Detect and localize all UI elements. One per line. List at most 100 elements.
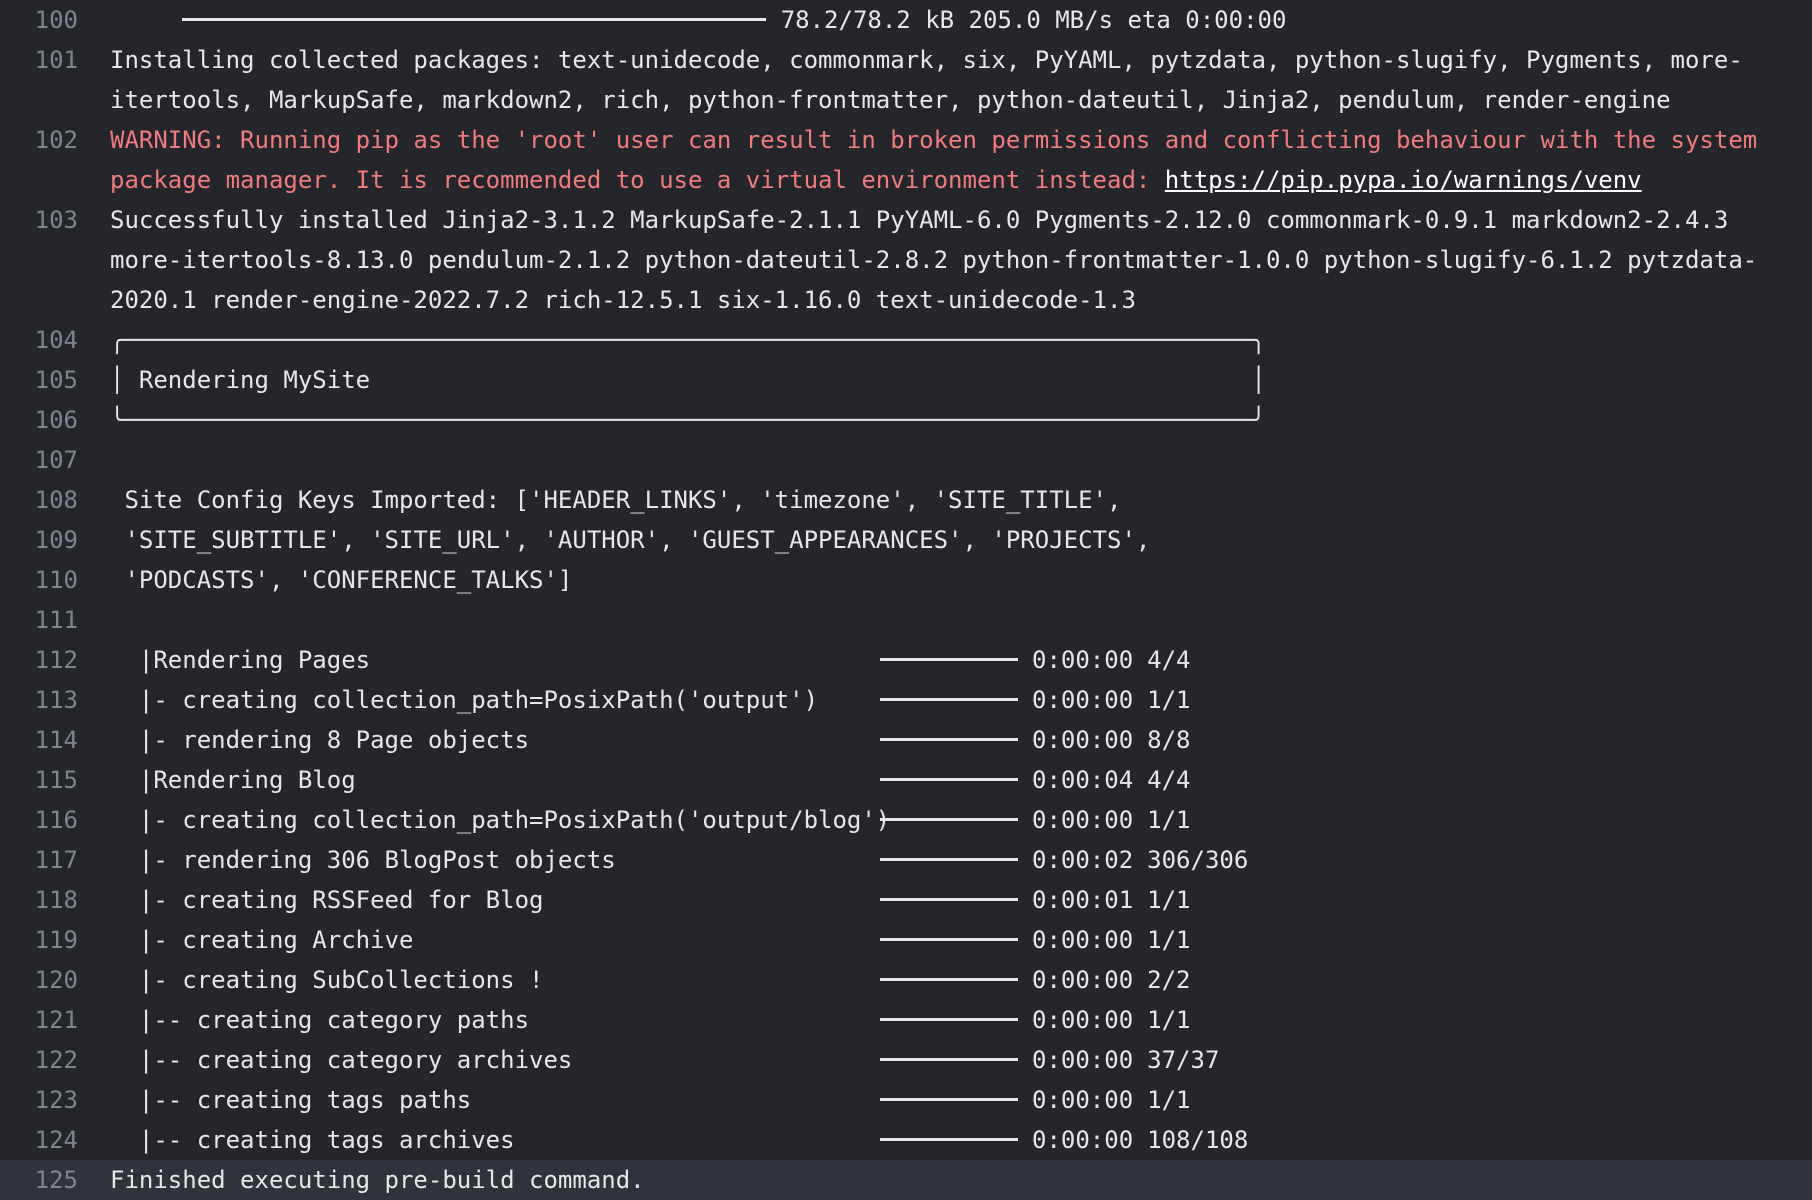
warning-text: WARNING: Running pip as the 'root' user …	[110, 126, 1758, 154]
task-count: 37/37	[1147, 1046, 1220, 1074]
log-output: 100 78.2/78.2 kB 205.0 MB/s eta 0:00:00 1…	[0, 0, 1812, 1200]
banner-box: ╰───────────────────────────────────────…	[110, 406, 1266, 434]
task-progress-bar	[880, 1058, 1018, 1061]
line-number: 113	[34, 686, 78, 714]
task-label: |- creating SubCollections !	[110, 966, 544, 994]
line-text: |- creating Archive 0:00:00 1/1	[110, 920, 1812, 960]
line-text: Site Config Keys Imported: ['HEADER_LINK…	[110, 486, 1122, 514]
log-line: 100 78.2/78.2 kB 205.0 MB/s eta 0:00:00	[0, 0, 1812, 40]
line-text: 'PODCASTS', 'CONFERENCE_TALKS']	[110, 566, 573, 594]
line-text: |Rendering Blog 0:00:04 4/4	[110, 760, 1812, 800]
line-number: 118	[34, 886, 78, 914]
task-progress-bar	[880, 1018, 1018, 1021]
log-line: 121 |-- creating category paths 0:00:00 1/…	[0, 1000, 1812, 1040]
log-line: 113 |- creating collection_path=PosixPat…	[0, 680, 1812, 720]
task-elapsed-time: 0:00:00	[1032, 926, 1134, 954]
log-line: 106 ╰────────────────────────────────────…	[0, 400, 1812, 440]
line-text: WARNING: Running pip as the 'root' user …	[110, 120, 1812, 160]
line-text: |-- creating tags paths 0:00:00 1/1	[110, 1080, 1812, 1120]
task-count: 8/8	[1147, 726, 1191, 754]
line-number: 117	[34, 846, 78, 874]
task-elapsed-time: 0:00:00	[1032, 686, 1134, 714]
log-line: 125 Finished executing pre-build command.	[0, 1160, 1812, 1200]
task-label: |Rendering Pages	[110, 646, 371, 674]
log-line: 111	[0, 600, 1812, 640]
line-text	[110, 600, 1812, 640]
task-label: |-- creating category paths	[110, 1006, 530, 1034]
line-text: 78.2/78.2 kB 205.0 MB/s eta 0:00:00	[110, 0, 1812, 40]
task-count: 108/108	[1147, 1126, 1249, 1154]
line-text: Finished executing pre-build command.	[110, 1166, 645, 1194]
task-count: 306/306	[1147, 846, 1249, 874]
pip-warning-link[interactable]: https://pip.pypa.io/warnings/venv	[1165, 166, 1642, 194]
task-count: 4/4	[1147, 646, 1191, 674]
task-elapsed-time: 0:00:00	[1032, 1086, 1134, 1114]
line-number: 105	[34, 366, 78, 394]
line-text: 2020.1 render-engine-2022.7.2 rich-12.5.…	[110, 286, 1136, 314]
task-label: |- creating collection_path=PosixPath('o…	[110, 686, 819, 714]
line-number: 108	[34, 486, 78, 514]
task-progress-bar	[880, 978, 1018, 981]
line-text: more-itertools-8.13.0 pendulum-2.1.2 pyt…	[110, 246, 1758, 274]
task-count: 1/1	[1147, 806, 1191, 834]
task-elapsed-time: 0:00:00	[1032, 966, 1134, 994]
line-number: 123	[34, 1086, 78, 1114]
task-elapsed-time: 0:00:04	[1032, 766, 1134, 794]
task-count: 1/1	[1147, 1006, 1191, 1034]
task-progress-bar	[880, 738, 1018, 741]
line-text: 'SITE_SUBTITLE', 'SITE_URL', 'AUTHOR', '…	[110, 526, 1151, 554]
log-line: 122 |-- creating category archives 0:00:0…	[0, 1040, 1812, 1080]
log-line: 105 │ Rendering MySite │	[0, 360, 1812, 400]
line-number: 124	[34, 1126, 78, 1154]
line-text: Installing collected packages: text-unid…	[110, 46, 1743, 74]
line-number	[0, 80, 78, 120]
warning-text: package manager. It is recommended to us…	[110, 166, 1165, 194]
task-progress-bar	[880, 778, 1018, 781]
log-line: 109 'SITE_SUBTITLE', 'SITE_URL', 'AUTHOR…	[0, 520, 1812, 560]
log-line: 118 |- creating RSSFeed for Blog 0:00:01 1…	[0, 880, 1812, 920]
task-progress-bar	[880, 1138, 1018, 1141]
line-number: 111	[34, 606, 78, 634]
line-number: 121	[34, 1006, 78, 1034]
task-progress-bar	[880, 938, 1018, 941]
log-line: package manager. It is recommended to us…	[0, 160, 1812, 200]
task-count: 1/1	[1147, 886, 1191, 914]
line-text: |-- creating category archives 0:00:00 37/…	[110, 1040, 1812, 1080]
line-text: |- creating RSSFeed for Blog 0:00:01 1/1	[110, 880, 1812, 920]
line-number: 110	[34, 566, 78, 594]
download-progress-text: 78.2/78.2 kB 205.0 MB/s eta 0:00:00	[766, 6, 1287, 34]
task-progress-bar	[880, 698, 1018, 701]
task-label: |- creating collection_path=PosixPath('o…	[110, 806, 891, 834]
line-text: |-- creating tags archives 0:00:00 108/108	[110, 1120, 1812, 1160]
log-line: 2020.1 render-engine-2022.7.2 rich-12.5.…	[0, 280, 1812, 320]
task-elapsed-time: 0:00:00	[1032, 1006, 1134, 1034]
line-text: |- creating SubCollections ! 0:00:00 2/2	[110, 960, 1812, 1000]
task-count: 4/4	[1147, 766, 1191, 794]
line-number: 112	[34, 646, 78, 674]
task-count: 2/2	[1147, 966, 1191, 994]
line-number	[0, 240, 78, 280]
line-number: 120	[34, 966, 78, 994]
log-line: 112 |Rendering Pages 0:00:00 4/4	[0, 640, 1812, 680]
task-label: |- rendering 8 Page objects	[110, 726, 530, 754]
line-text: |- rendering 306 BlogPost objects 0:00:02…	[110, 840, 1812, 880]
line-text: |- creating collection_path=PosixPath('o…	[110, 800, 1812, 840]
task-count: 1/1	[1147, 686, 1191, 714]
task-label: |- rendering 306 BlogPost objects	[110, 846, 616, 874]
task-label: |-- creating tags paths	[110, 1086, 472, 1114]
line-text: |- creating collection_path=PosixPath('o…	[110, 680, 1812, 720]
line-number: 103	[34, 206, 78, 234]
log-line: 119 |- creating Archive 0:00:00 1/1	[0, 920, 1812, 960]
task-progress-bar	[880, 818, 1018, 821]
line-text: Successfully installed Jinja2-3.1.2 Mark…	[110, 206, 1729, 234]
task-label: |-- creating tags archives	[110, 1126, 515, 1154]
task-count: 1/1	[1147, 926, 1191, 954]
task-elapsed-time: 0:00:00	[1032, 726, 1134, 754]
log-line: 108 Site Config Keys Imported: ['HEADER_…	[0, 480, 1812, 520]
log-line: 116 |- creating collection_path=PosixPat…	[0, 800, 1812, 840]
task-elapsed-time: 0:00:00	[1032, 1126, 1134, 1154]
task-elapsed-time: 0:00:00	[1032, 1046, 1134, 1074]
task-progress-bar	[880, 858, 1018, 861]
log-line: 104 ╭────────────────────────────────────…	[0, 320, 1812, 360]
log-line: itertools, MarkupSafe, markdown2, rich, …	[0, 80, 1812, 120]
